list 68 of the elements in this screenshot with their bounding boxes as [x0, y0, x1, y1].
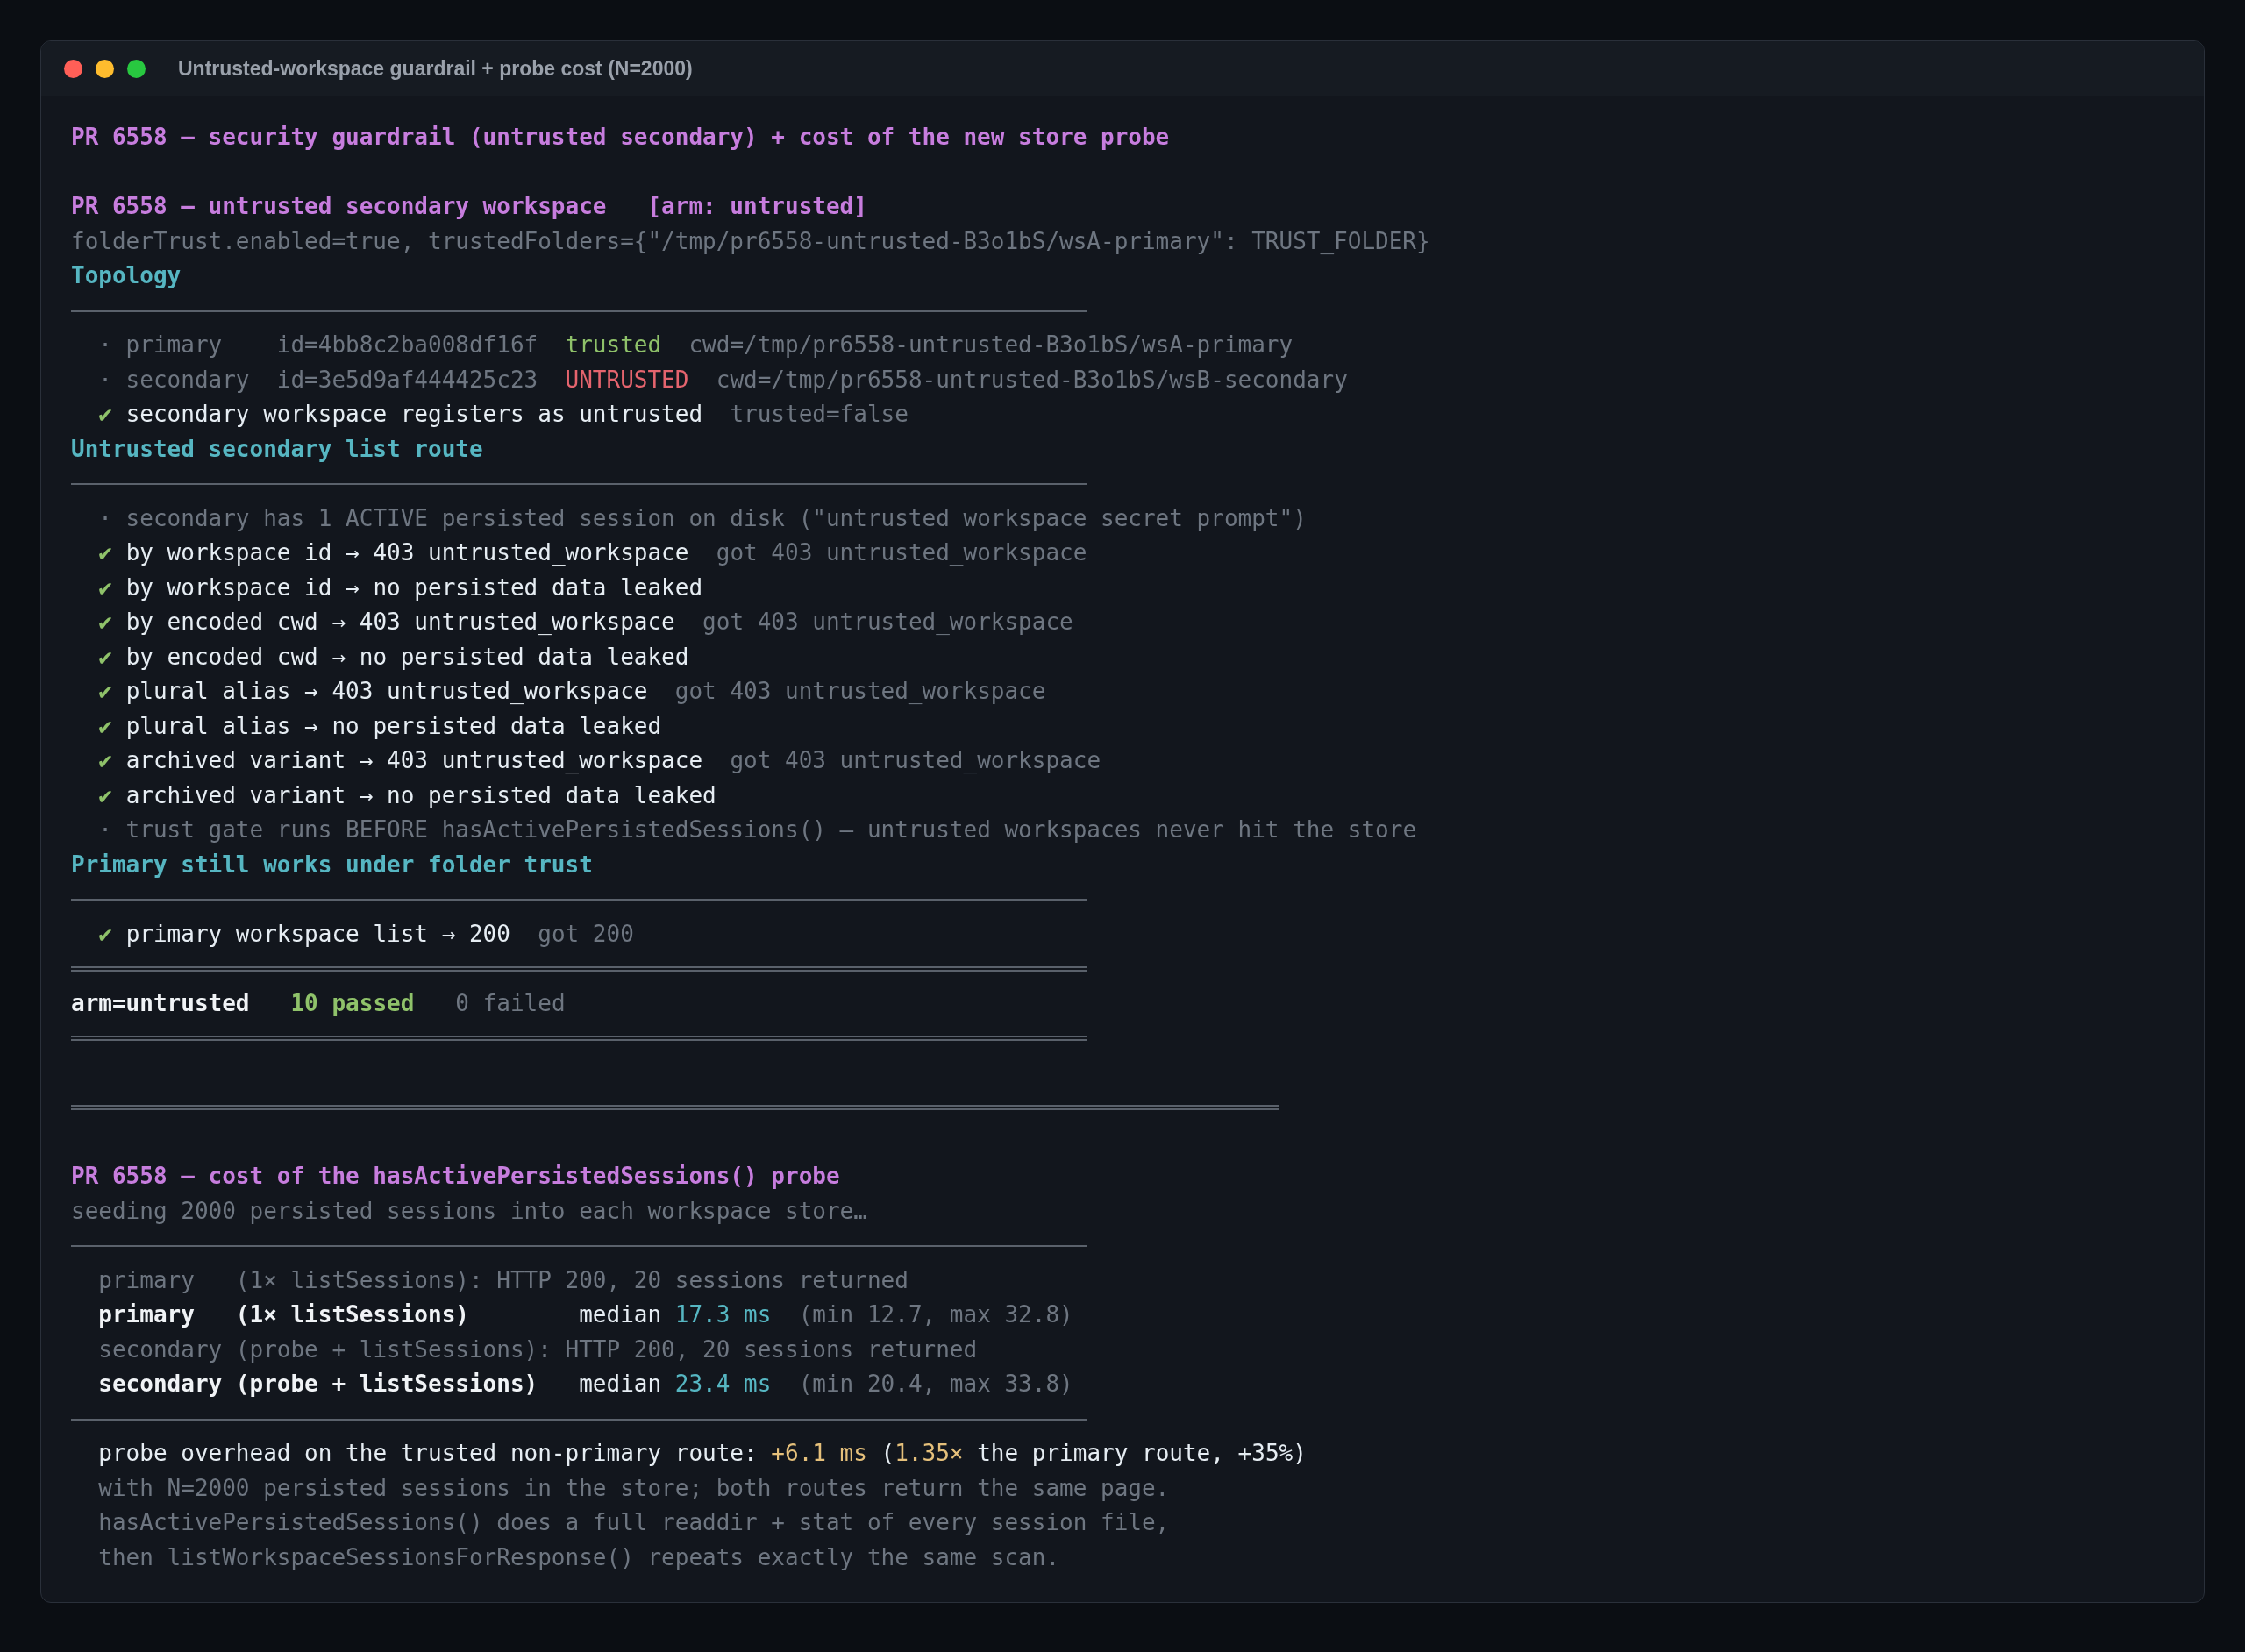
overhead-value: +6.1 ms — [771, 1440, 867, 1466]
output-text: · secondary has 1 ACTIVE persisted session on disk ("untrusted workspace secret prompt") — [98, 504, 1307, 531]
heading-text: PR 6558 — security guardrail (untrusted secondary) + cost of the new store probe — [71, 124, 1170, 150]
status-text: ✔ — [98, 781, 112, 808]
output-text: cwd=/tmp/pr6558-untrusted-B3o1bS/wsB-secondary — [716, 366, 1348, 393]
status-text: UNTRUSTED — [565, 366, 689, 393]
output-text: archived variant → 403 untrusted_workspace — [125, 747, 703, 773]
output-text: plural alias → 403 untrusted_workspace — [125, 678, 648, 704]
heading-text: [arm: untrusted] — [647, 193, 867, 219]
status-text: ✔ — [98, 920, 112, 947]
overhead-value: 1.35× — [894, 1440, 964, 1466]
output-text: 0 failed — [455, 989, 566, 1016]
output-text: cwd=/tmp/pr6558-untrusted-B3o1bS/wsA-primary — [688, 331, 1294, 358]
output-text: · primary id=4bb8c2ba008df16f — [98, 331, 538, 358]
window-title: Untrusted-workspace guardrail + probe cost (N=2000) — [178, 56, 693, 81]
close-button[interactable] — [64, 59, 82, 78]
output-text: ( — [880, 1440, 895, 1466]
output-text: primary (1× listSessions): HTTP 200, 20 sessions returned — [98, 1266, 909, 1293]
output-text: median — [579, 1371, 662, 1397]
status-text: ✔ — [98, 678, 112, 704]
output-text: primary workspace list → 200 — [125, 920, 510, 947]
output-text: got 403 untrusted_workspace — [702, 609, 1073, 635]
passed-count: 10 passed — [290, 989, 415, 1016]
output-text: primary (1× listSessions) — [98, 1301, 469, 1328]
output-text: by workspace id → 403 untrusted_workspace — [125, 539, 689, 566]
output-text: secondary (probe + listSessions): HTTP 200, 20 sessions returned — [98, 1335, 978, 1363]
status-text: ✔ — [98, 643, 112, 670]
status-text: ✔ — [98, 712, 112, 739]
output-text: (min 12.7, max 32.8) — [798, 1301, 1073, 1328]
output-text: then listWorkspaceSessionsForResponse() repeats exactly the same scan. — [98, 1543, 1060, 1570]
status-text: ✔ — [98, 573, 112, 601]
maximize-button[interactable] — [127, 59, 146, 78]
output-text: · trust gate runs BEFORE hasActivePersistedSessions() — untrusted workspaces never hit the store — [98, 816, 1417, 843]
output-text: folderTrust.enabled=true, trustedFolders={"/tmp/pr6558-untrusted-B3o1bS/wsA-primary": TRUST_FOLDER} — [71, 227, 1430, 254]
status-text: ✔ — [98, 747, 112, 773]
output-text: secondary workspace registers as untrusted — [125, 401, 703, 427]
output-text: got 403 untrusted_workspace — [716, 539, 1087, 566]
output-text: plural alias → no persisted data leaked — [125, 712, 662, 739]
status-text: ✔ — [98, 609, 112, 635]
heading-text: PR 6558 — untrusted secondary workspace — [71, 193, 607, 219]
output-text: by encoded cwd → no persisted data leaked — [125, 643, 689, 670]
status-text: ✔ — [98, 401, 112, 427]
output-text: the primary route, +35%) — [977, 1440, 1307, 1466]
output-text: got 403 untrusted_workspace — [730, 747, 1101, 773]
output-text: median — [579, 1301, 662, 1328]
output-text: by encoded cwd → 403 untrusted_workspace — [125, 609, 675, 635]
section-title: Untrusted secondary list route — [71, 435, 483, 462]
output-text: by workspace id → no persisted data leaked — [125, 573, 703, 601]
heading-text: PR 6558 — cost of the hasActivePersistedSessions() probe — [71, 1163, 840, 1189]
timing-value: 23.4 ms — [674, 1371, 772, 1397]
output-text: probe overhead on the trusted non-primary route: — [98, 1440, 758, 1466]
output-text: got 200 — [538, 920, 634, 947]
section-title: Primary still works under folder trust — [71, 851, 593, 878]
output-text: with N=2000 persisted sessions in the store; both routes return the same page. — [98, 1474, 1170, 1501]
output-text: · secondary id=3e5d9af444425c23 — [98, 366, 538, 393]
output-text: seeding 2000 persisted sessions into each workspace store… — [71, 1197, 867, 1224]
status-text: trusted — [565, 331, 662, 358]
section-title: Topology — [71, 262, 182, 288]
status-text: ✔ — [98, 539, 112, 566]
output-text: secondary (probe + listSessions) — [98, 1371, 538, 1397]
output-text: archived variant → no persisted data leaked — [125, 781, 716, 808]
timing-value: 17.3 ms — [674, 1301, 772, 1328]
output-text: arm=untrusted — [71, 989, 250, 1016]
output-text: (min 20.4, max 33.8) — [798, 1371, 1073, 1397]
output-text: hasActivePersistedSessions() does a full readdir + stat of every session file, — [98, 1509, 1170, 1535]
output-text: got 403 untrusted_workspace — [674, 678, 1046, 704]
minimize-button[interactable] — [96, 59, 114, 78]
output-text: trusted=false — [730, 401, 909, 427]
